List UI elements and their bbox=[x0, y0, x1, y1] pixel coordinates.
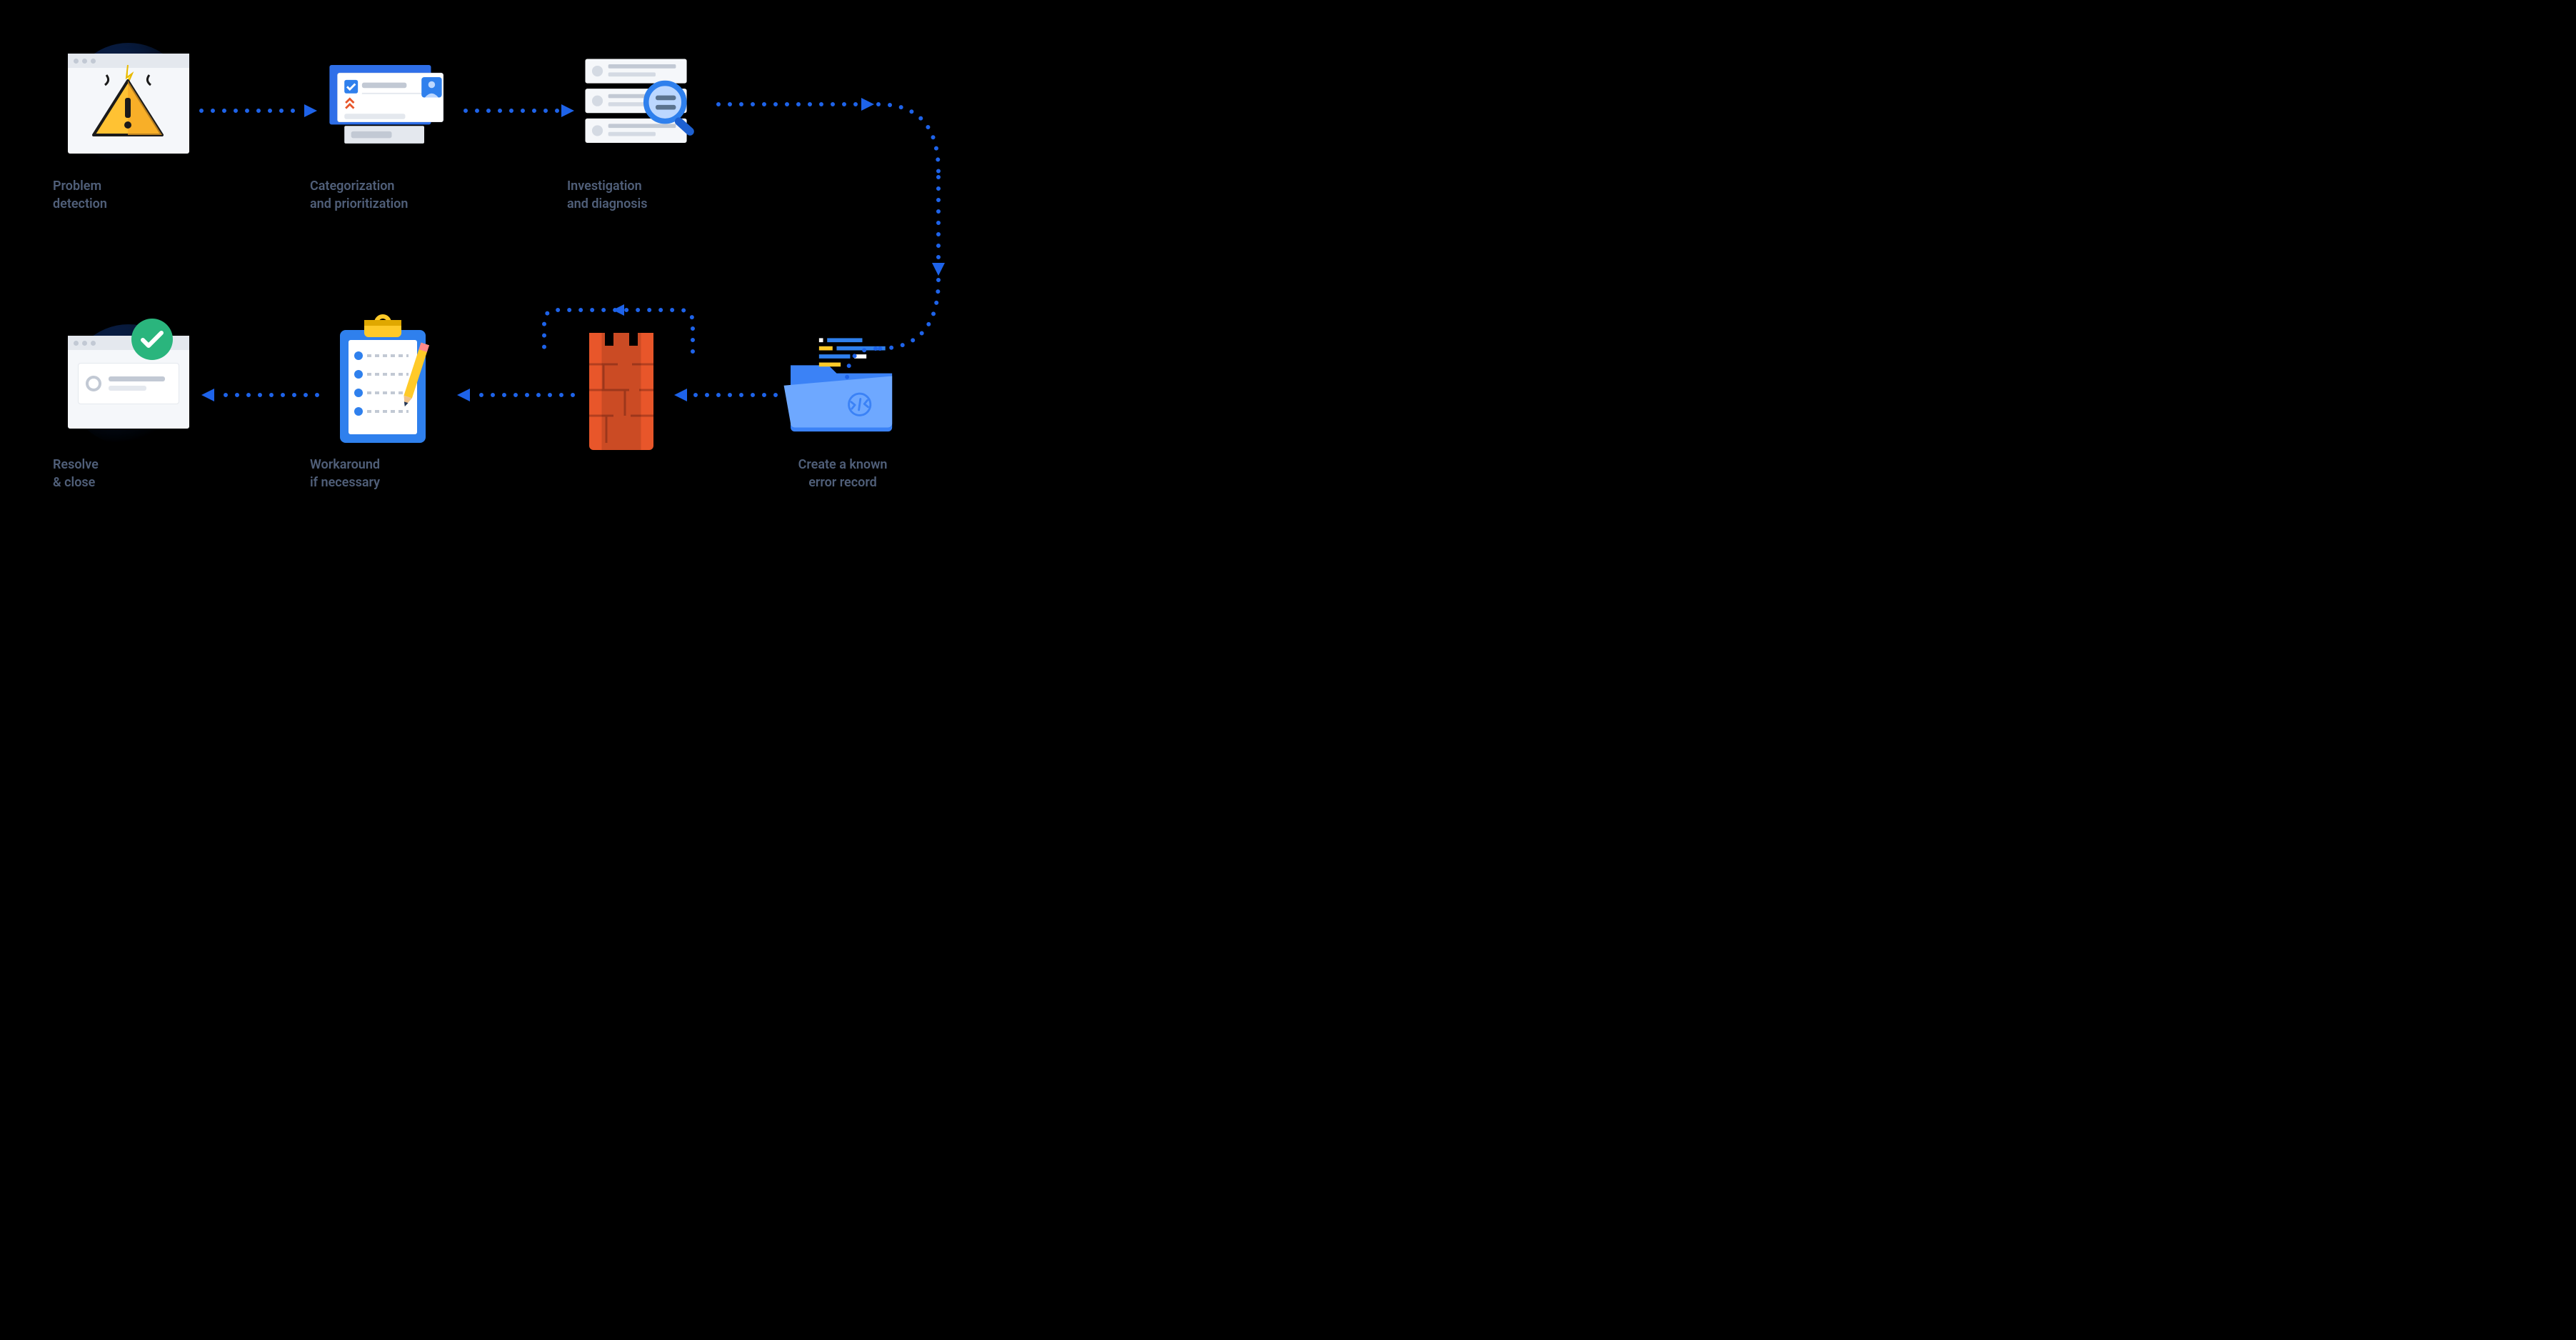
investigation-icon bbox=[578, 43, 707, 164]
step-categorization: Categorization and prioritization bbox=[307, 43, 464, 213]
obstacle-wall-icon bbox=[564, 321, 678, 457]
step-resolve: Resolve & close bbox=[50, 321, 207, 491]
step-error-record: Create a known error record bbox=[764, 321, 921, 491]
step-label-line: Create a known bbox=[764, 456, 921, 474]
error-record-icon bbox=[778, 321, 907, 443]
step-label-line: and diagnosis bbox=[567, 195, 721, 213]
step-label-line: & close bbox=[53, 474, 207, 491]
step-label-line: Investigation bbox=[567, 177, 721, 195]
step-label-line: Resolve bbox=[53, 456, 207, 474]
problem-detection-icon bbox=[64, 43, 193, 164]
step-label-line: Categorization bbox=[310, 177, 464, 195]
arrow-5-6 bbox=[199, 384, 320, 406]
step-label-line: Workaround bbox=[310, 456, 464, 474]
step-label-line: Problem bbox=[53, 177, 207, 195]
step-label-line: if necessary bbox=[310, 474, 464, 491]
arrow-1-2 bbox=[199, 100, 320, 121]
step-problem-detection: Problem detection bbox=[50, 43, 207, 213]
step-label-line: and prioritization bbox=[310, 195, 464, 213]
workaround-icon bbox=[321, 321, 450, 443]
categorization-icon bbox=[321, 43, 450, 164]
resolve-icon bbox=[64, 321, 193, 443]
step-investigation: Investigation and diagnosis bbox=[564, 43, 721, 213]
step-label-line: detection bbox=[53, 195, 207, 213]
arrow-4-wall bbox=[671, 384, 778, 406]
step-label-line: error record bbox=[764, 474, 921, 491]
step-workaround: Workaround if necessary bbox=[307, 321, 464, 491]
arrow-2-3 bbox=[463, 100, 577, 121]
